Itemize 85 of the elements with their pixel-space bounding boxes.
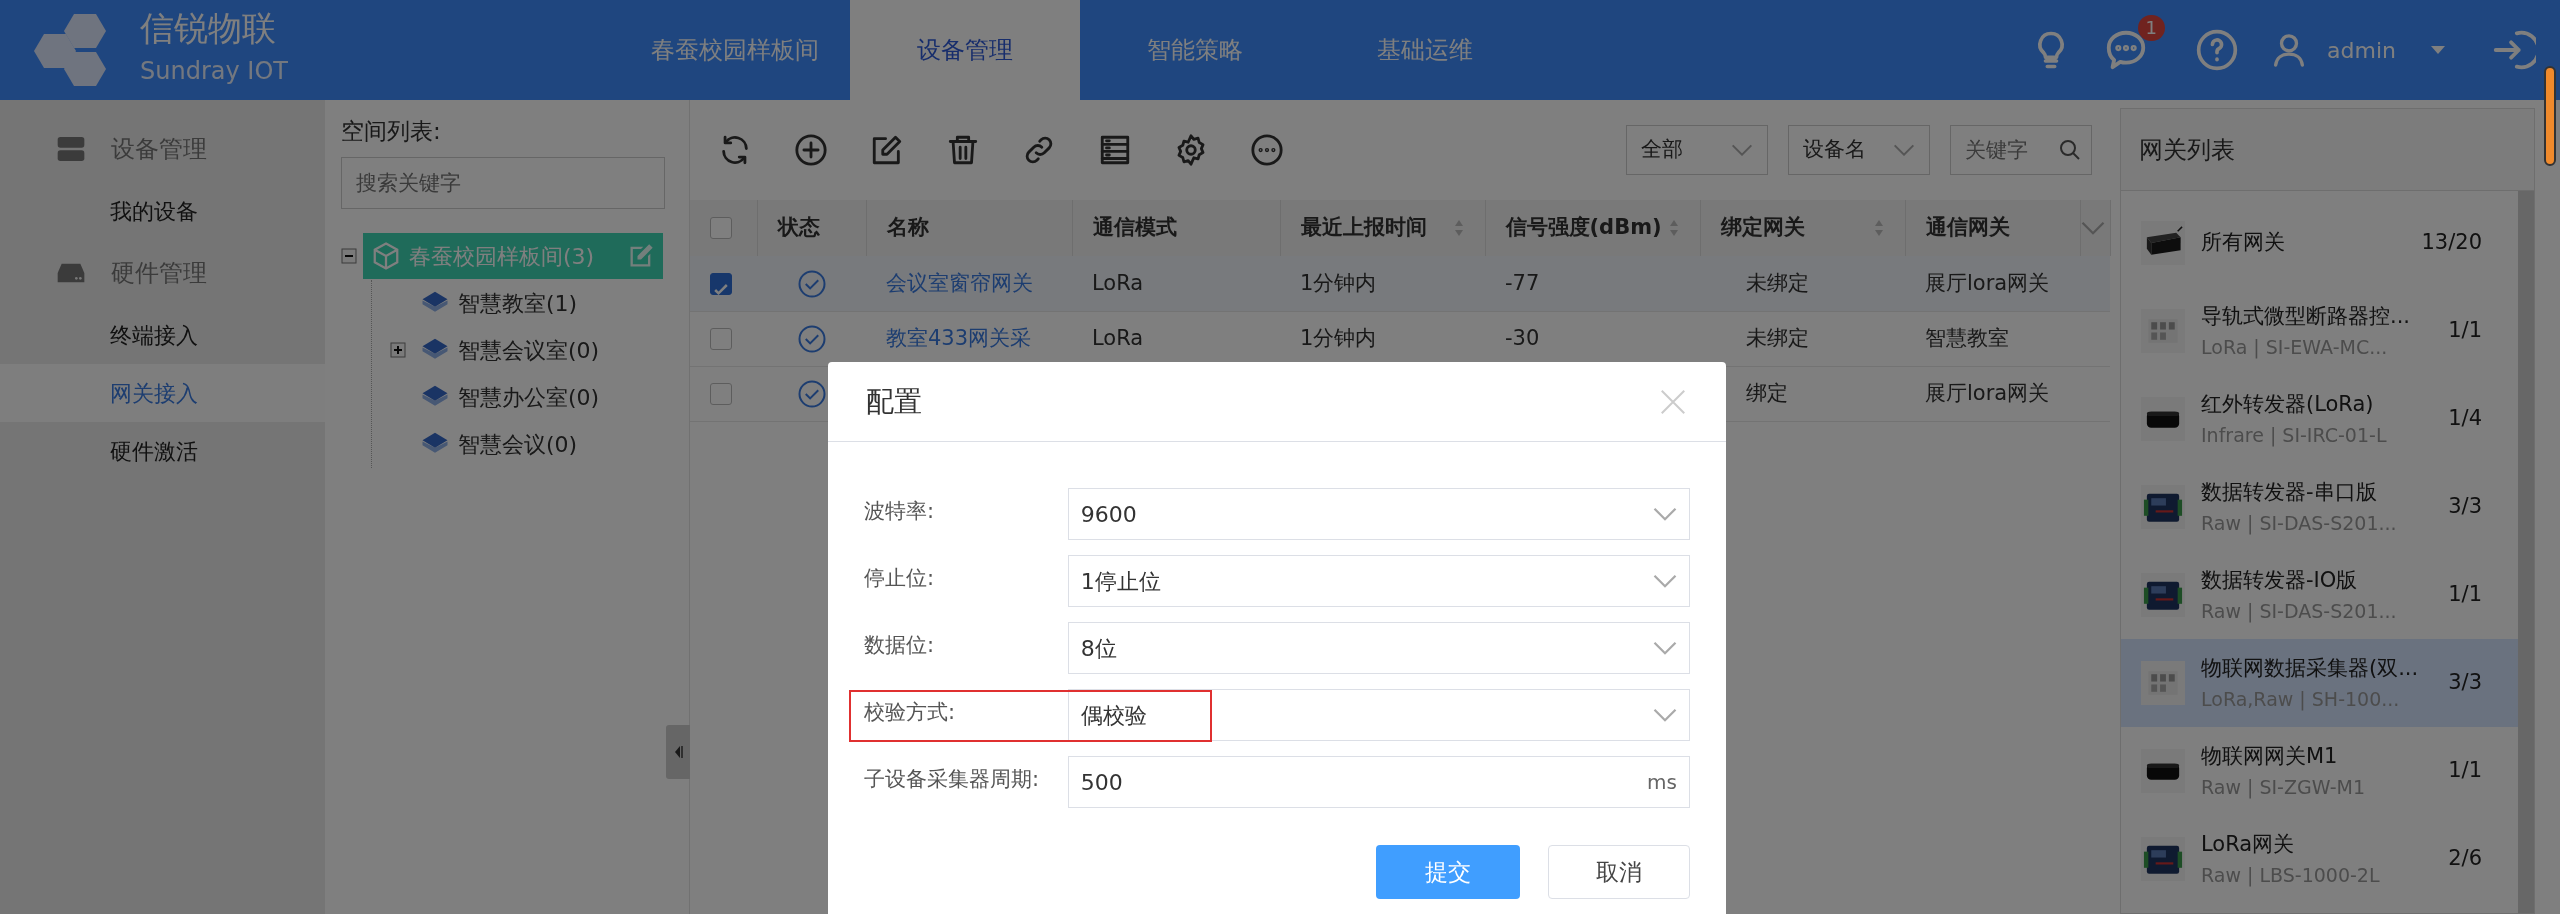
panel-title: 空间列表: [341,118,441,144]
sidebar-item[interactable]: 网关接入 [0,364,325,422]
checkbox[interactable] [710,217,732,240]
panel-title: 网关列表 [2139,134,2235,166]
sort-icon[interactable] [1667,218,1680,238]
chevron-icon [1653,507,1677,521]
collapse-icon[interactable] [341,248,357,264]
search-field[interactable]: 搜索关键字 [341,156,665,209]
select-field[interactable]: 偶校验 [1067,689,1690,741]
collapse-handle[interactable] [666,725,690,779]
table-cell: 展厅lora网关 [1925,380,2050,405]
input-field[interactable]: 500 ms [1067,756,1690,808]
sidebar-item[interactable]: 我的设备 [0,182,325,240]
table-cell: 展厅lora网关 [1925,270,2050,295]
unit-label: ms [1647,769,1677,796]
field-label: 子设备采集器周期: [864,766,1041,793]
table-cell: -77 [1505,270,1540,295]
edit-icon[interactable] [870,133,904,167]
sidebar-group-title: 设备管理 [111,134,207,165]
help-icon[interactable] [2195,28,2240,72]
nav-tab[interactable]: 智能策略 [1080,0,1310,100]
dialog-title: 配置 [866,383,922,420]
table-cell: 1分钟内 [1300,325,1377,350]
field-label: 停止位: [864,565,936,592]
expand-icon[interactable] [390,342,406,358]
table-cell: 智慧教室 [1925,325,2009,350]
checkbox[interactable] [710,382,732,405]
logo-title: 信锐物联 [140,11,277,45]
nav-tab[interactable]: 设备管理 [850,0,1080,100]
column-header: 通信模式 [1092,214,1177,242]
column-header: 最近上报时间 [1300,214,1427,242]
field-label: 数据位: [864,632,936,659]
table-cell: -30 [1505,325,1540,350]
logo-subtitle: Sundray IOT [140,56,288,87]
table-cell: 1分钟内 [1300,270,1377,295]
field-label: 校验方式: [864,699,957,726]
nav-tab[interactable]: 基础运维 [1310,0,1540,100]
checkbox[interactable] [710,327,732,350]
tree-node[interactable]: 智慧教室(1) [412,280,663,326]
chevron-icon [1653,641,1677,655]
delete-icon[interactable] [946,133,980,167]
device-link[interactable]: 教室433网关采 [886,325,1032,350]
cube-icon [371,241,401,271]
scope-dropdown[interactable]: 全部 [1626,125,1768,175]
field-label: 波特率: [864,498,936,525]
sidebar-item[interactable]: 硬件激活 [0,422,325,480]
submit-button[interactable]: 提交 [1376,845,1520,899]
sort-icon[interactable] [1872,218,1885,238]
select-field[interactable]: 9600 [1067,488,1690,540]
select-field[interactable]: 1停止位 [1067,555,1690,607]
column-header: 通信网关 [1925,214,2010,242]
tree-node[interactable]: 智慧会议室(0) [412,327,663,373]
column-header: 信号强度(dBm) [1505,214,1662,242]
nav-tab[interactable]: 春蚕校园样板间 [620,0,850,100]
sort-icon[interactable] [1452,218,1465,238]
chevron-icon [1653,708,1677,722]
add-icon[interactable] [794,133,828,167]
more-icon[interactable] [1250,133,1284,167]
user-name[interactable]: admin [2327,33,2396,67]
table-cell: 未绑定 [1746,270,1809,295]
scrollbar-thumb[interactable] [2544,66,2556,166]
search-icon[interactable] [2058,138,2082,162]
cancel-button[interactable]: 取消 [1548,845,1690,899]
column-header: 名称 [886,214,929,242]
scrollbar[interactable] [2518,191,2534,913]
keyword-field[interactable]: 关键字 [1950,125,2092,175]
column-header: 绑定网关 [1720,214,1805,242]
chevron-icon [1653,574,1677,588]
field-dropdown[interactable]: 设备名 [1788,125,1930,175]
table-cell: 未绑定 [1746,325,1809,350]
tree-node[interactable]: 智慧会议(0) [412,421,663,467]
table-cell: LoRa [1092,325,1144,350]
list-icon[interactable] [1098,133,1132,167]
checkbox[interactable] [710,272,732,295]
notification-count: 1 [2137,15,2166,41]
column-header: 状态 [777,214,820,242]
tree-node[interactable]: 智慧办公室(0) [412,374,663,420]
table-cell: LoRa [1092,270,1144,295]
select-field[interactable]: 8位 [1067,622,1690,674]
sidebar-group-title: 硬件管理 [111,258,207,289]
table-cell: 绑定 [1746,380,1788,405]
sidebar-item[interactable]: 终端接入 [0,306,325,364]
gateway-item[interactable]: 所有网关 13/20 [2121,199,2518,287]
chevron-icon [1893,144,1915,156]
chevron-icon [1731,144,1753,156]
